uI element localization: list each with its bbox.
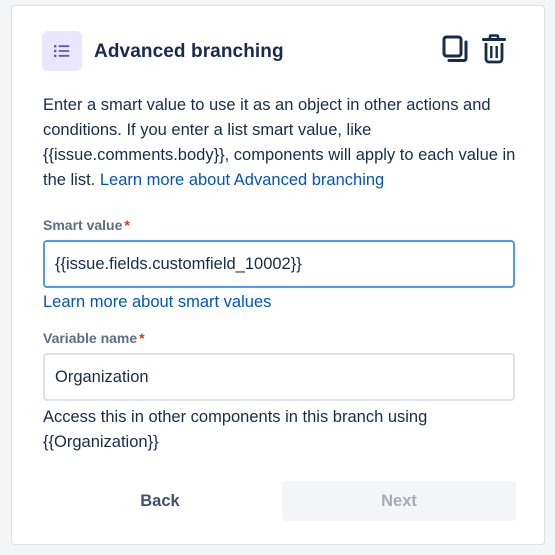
variable-name-input[interactable]: [43, 353, 515, 401]
variable-name-label: Variable name *: [43, 330, 145, 346]
required-marker: *: [124, 217, 130, 233]
variable-name-label-text: Variable name: [43, 330, 138, 346]
smart-value-label-text: Smart value: [43, 217, 123, 233]
learn-more-smart-values-link[interactable]: Learn more about smart values: [43, 293, 271, 312]
panel-header: Advanced branching: [42, 29, 514, 71]
back-button[interactable]: Back: [43, 481, 277, 521]
panel-title: Advanced branching: [94, 41, 284, 62]
advanced-branching-panel: Advanced branching Enter a smart value t…: [11, 5, 545, 545]
delete-button[interactable]: [479, 33, 509, 69]
panel-description: Enter a smart value to use it as an obje…: [43, 93, 529, 193]
required-marker: *: [139, 330, 145, 346]
list-icon: [42, 31, 82, 71]
learn-more-branching-link[interactable]: Learn more about Advanced branching: [100, 171, 384, 189]
copy-icon: [442, 35, 468, 68]
smart-value-label: Smart value *: [43, 217, 130, 233]
variable-helper-text: Access this in other components in this …: [43, 408, 428, 451]
copy-button[interactable]: [440, 35, 470, 68]
trash-icon: [482, 33, 506, 69]
next-button[interactable]: Next: [282, 481, 516, 521]
smart-value-input[interactable]: [43, 240, 515, 288]
